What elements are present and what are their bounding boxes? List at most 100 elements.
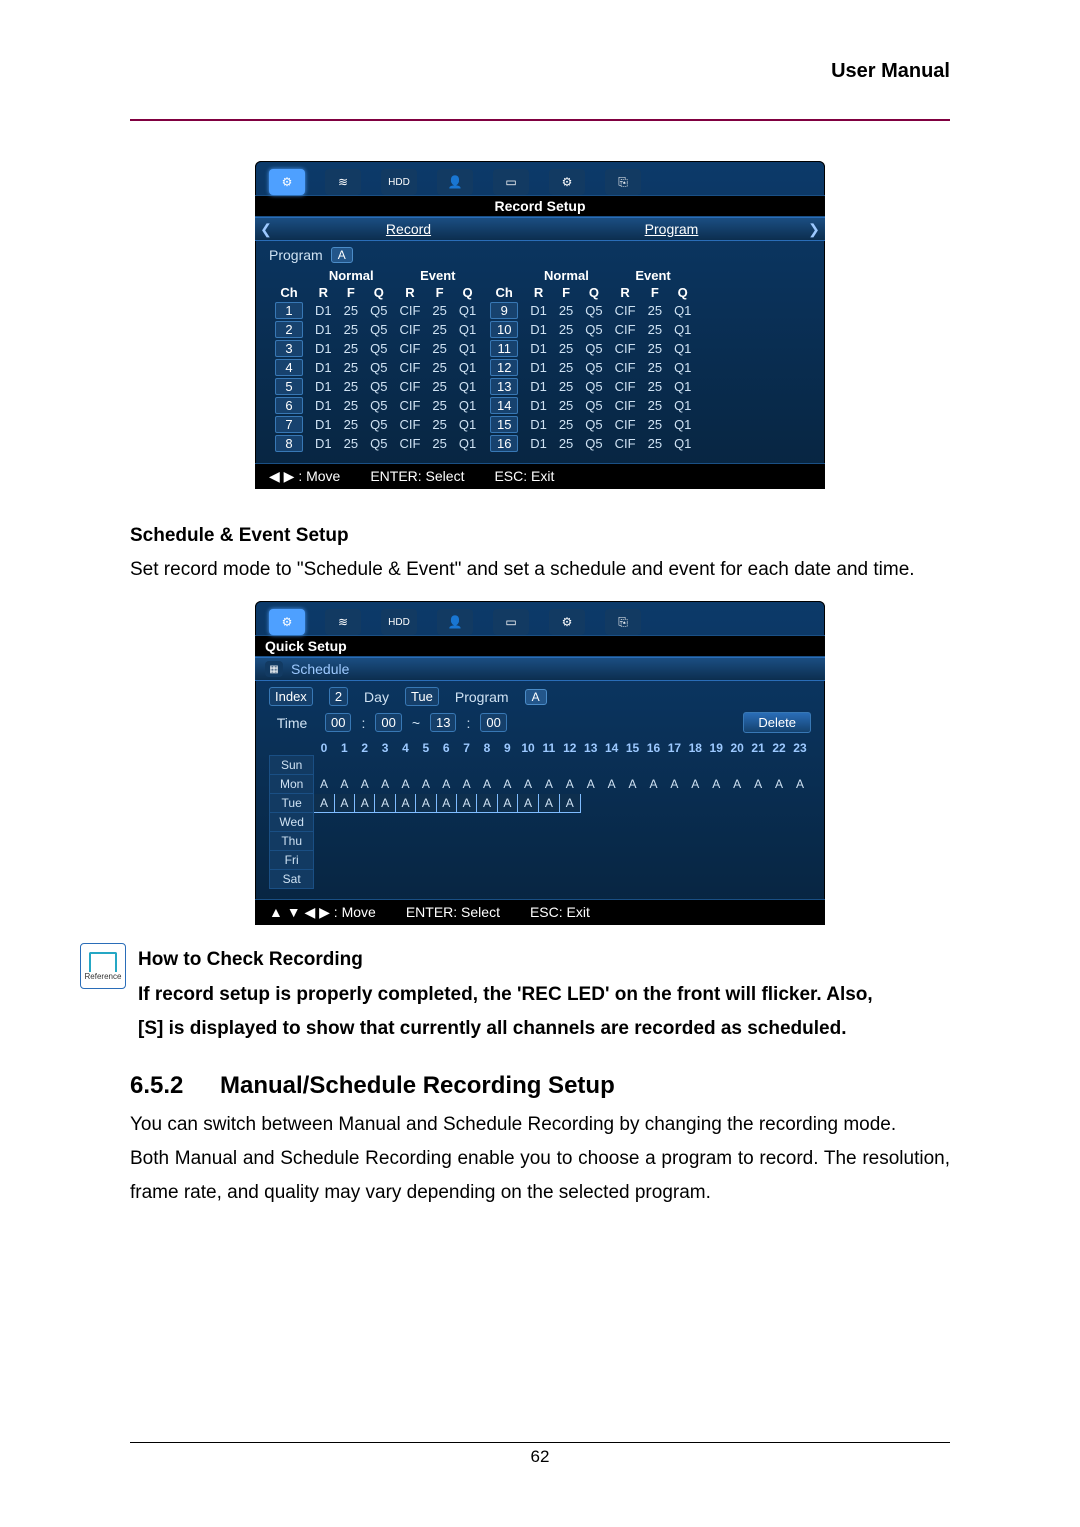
schedule-slot[interactable] [456,813,476,832]
gear-icon[interactable]: ⚙ [269,609,305,635]
schedule-slot[interactable] [789,870,810,889]
schedule-slot[interactable] [518,870,539,889]
schedule-slot[interactable] [395,756,415,775]
schedule-slot[interactable] [538,813,559,832]
schedule-slot[interactable] [727,813,748,832]
schedule-slot[interactable]: A [685,775,706,794]
schedule-slot[interactable]: A [769,775,790,794]
table-row[interactable]: 13D125Q5CIF25Q1 [484,377,697,396]
schedule-slot[interactable]: A [456,794,476,813]
schedule-slot[interactable] [497,851,517,870]
schedule-slot[interactable] [685,832,706,851]
schedule-slot[interactable] [334,870,354,889]
schedule-slot[interactable] [416,813,436,832]
schedule-slot[interactable] [727,851,748,870]
schedule-slot[interactable] [355,851,375,870]
schedule-row[interactable]: Sat [270,870,811,889]
schedule-slot[interactable] [559,813,580,832]
schedule-slot[interactable] [416,832,436,851]
schedule-slot[interactable] [355,756,375,775]
time-m2[interactable]: 00 [480,713,506,732]
table-row[interactable]: 9D125Q5CIF25Q1 [484,301,697,320]
schedule-slot[interactable] [664,813,685,832]
schedule-slot[interactable] [538,832,559,851]
schedule-slot[interactable] [559,870,580,889]
schedule-slot[interactable] [456,870,476,889]
time-h2[interactable]: 13 [430,713,456,732]
schedule-slot[interactable]: A [748,775,769,794]
schedule-slot[interactable]: A [727,775,748,794]
schedule-slot[interactable] [685,813,706,832]
schedule-slot[interactable] [601,832,622,851]
schedule-slot[interactable] [685,851,706,870]
delete-button[interactable]: Delete [743,712,811,733]
index-field[interactable]: Index [269,687,313,706]
schedule-slot[interactable]: A [416,775,436,794]
settings-icon[interactable]: ⚙ [549,169,585,195]
schedule-slot[interactable] [355,813,375,832]
schedule-slot[interactable] [436,870,456,889]
schedule-slot[interactable]: A [477,794,497,813]
schedule-slot[interactable] [314,813,334,832]
schedule-slot[interactable] [580,813,601,832]
table-row[interactable]: 4D125Q5CIF25Q1 [269,358,482,377]
table-row[interactable]: 6D125Q5CIF25Q1 [269,396,482,415]
schedule-slot[interactable]: A [416,794,436,813]
schedule-slot[interactable]: A [395,775,415,794]
schedule-slot[interactable]: A [314,775,334,794]
schedule-slot[interactable] [416,851,436,870]
tab-program[interactable]: Program [540,218,803,240]
schedule-slot[interactable] [538,870,559,889]
schedule-slot[interactable] [395,870,415,889]
schedule-slot[interactable]: A [477,775,497,794]
schedule-row[interactable]: TueAAAAAAAAAAAAA [270,794,811,813]
schedule-slot[interactable]: A [622,775,643,794]
schedule-slot[interactable]: A [559,794,580,813]
table-row[interactable]: 8D125Q5CIF25Q1 [269,434,482,453]
schedule-slot[interactable]: A [497,775,517,794]
schedule-slot[interactable] [748,813,769,832]
schedule-row[interactable]: Thu [270,832,811,851]
schedule-slot[interactable] [395,832,415,851]
tab-left-arrow-icon[interactable]: ❮ [255,221,277,238]
schedule-slot[interactable] [538,851,559,870]
schedule-slot[interactable] [559,756,580,775]
schedule-slot[interactable] [664,756,685,775]
schedule-slot[interactable]: A [375,794,395,813]
schedule-slot[interactable]: A [518,794,539,813]
schedule-slot[interactable] [559,832,580,851]
index-value[interactable]: 2 [329,687,348,706]
schedule-slot[interactable]: A [436,794,456,813]
schedule-slot[interactable] [643,794,664,813]
schedule-slot[interactable]: A [643,775,664,794]
schedule-slot[interactable] [395,851,415,870]
table-row[interactable]: 12D125Q5CIF25Q1 [484,358,697,377]
schedule-slot[interactable] [314,756,334,775]
time-h1[interactable]: 00 [325,713,351,732]
schedule-slot[interactable] [748,870,769,889]
tab-right-arrow-icon[interactable]: ❯ [803,221,825,238]
schedule-slot[interactable] [748,832,769,851]
tab-schedule[interactable]: Schedule [283,658,357,680]
schedule-slot[interactable] [706,870,727,889]
schedule-slot[interactable] [769,794,790,813]
schedule-slot[interactable] [477,756,497,775]
wifi-icon[interactable]: ≋ [325,169,361,195]
wifi-icon[interactable]: ≋ [325,609,361,635]
schedule-slot[interactable] [580,832,601,851]
schedule-slot[interactable]: A [601,775,622,794]
schedule-slot[interactable]: A [456,775,476,794]
table-row[interactable]: 15D125Q5CIF25Q1 [484,415,697,434]
schedule-slot[interactable] [497,756,517,775]
schedule-slot[interactable] [601,756,622,775]
schedule-slot[interactable] [622,870,643,889]
schedule-slot[interactable] [664,832,685,851]
schedule-slot[interactable] [314,870,334,889]
schedule-row[interactable]: Wed [270,813,811,832]
schedule-slot[interactable] [334,756,354,775]
table-row[interactable]: 10D125Q5CIF25Q1 [484,320,697,339]
schedule-slot[interactable] [789,756,810,775]
table-row[interactable]: 16D125Q5CIF25Q1 [484,434,697,453]
schedule-slot[interactable] [622,832,643,851]
schedule-slot[interactable] [518,851,539,870]
